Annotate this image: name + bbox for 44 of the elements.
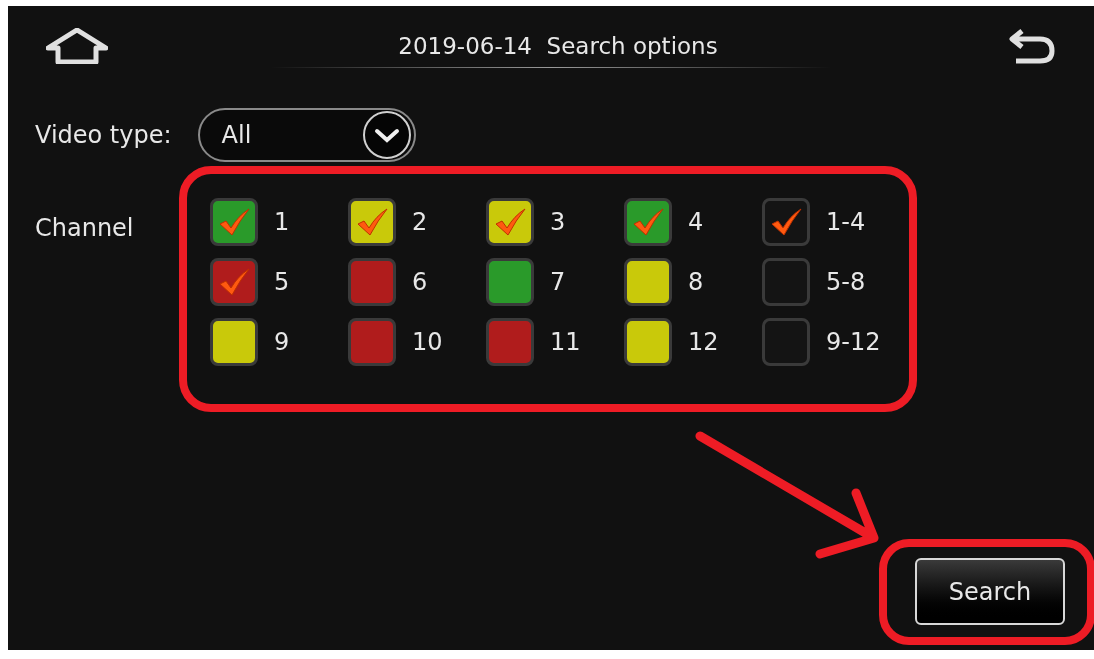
checkbox[interactable] <box>210 258 258 306</box>
checkbox[interactable] <box>210 198 258 246</box>
channel-label: 9-12 <box>826 327 881 358</box>
checkbox[interactable] <box>210 318 258 366</box>
video-type-label: Video type: <box>35 120 172 151</box>
checkbox[interactable] <box>762 198 810 246</box>
channel-label: 5-8 <box>826 267 866 298</box>
checkmark-icon <box>218 268 250 296</box>
channel-label: 7 <box>550 267 566 298</box>
channel-label: 2 <box>412 207 428 238</box>
checkbox[interactable] <box>624 198 672 246</box>
checkbox[interactable] <box>348 198 396 246</box>
channel-label: 4 <box>688 207 704 238</box>
checkbox[interactable] <box>348 258 396 306</box>
checkbox[interactable] <box>762 258 810 306</box>
channel-label: 1-4 <box>826 207 866 238</box>
back-icon[interactable] <box>1008 27 1056 65</box>
channel-label: 6 <box>412 267 428 298</box>
search-button[interactable]: Search <box>915 558 1065 625</box>
channel-label: 5 <box>274 267 290 298</box>
checkbox[interactable] <box>624 318 672 366</box>
checkmark-icon <box>770 208 802 236</box>
channel-label: 11 <box>550 327 581 358</box>
channel-label: 9 <box>274 327 290 358</box>
channel-label: Channel <box>35 213 135 244</box>
checkmark-icon <box>494 208 526 236</box>
checkmark-icon <box>218 208 250 236</box>
checkbox[interactable] <box>486 198 534 246</box>
channel-label: 12 <box>688 327 719 358</box>
page-title: 2019-06-14 Search options <box>398 31 718 61</box>
checkbox[interactable] <box>486 258 534 306</box>
home-icon[interactable] <box>46 28 108 64</box>
channel-label: 10 <box>412 327 443 358</box>
checkbox[interactable] <box>486 318 534 366</box>
channel-label: 3 <box>550 207 566 238</box>
chevron-down-icon <box>361 110 412 160</box>
video-type-dropdown[interactable]: All <box>197 108 416 162</box>
checkmark-icon <box>356 208 388 236</box>
checkbox[interactable] <box>348 318 396 366</box>
checkbox[interactable] <box>624 258 672 306</box>
channel-label: 1 <box>274 207 290 238</box>
channel-label: 8 <box>688 267 704 298</box>
checkbox[interactable] <box>762 318 810 366</box>
checkmark-icon <box>632 208 664 236</box>
